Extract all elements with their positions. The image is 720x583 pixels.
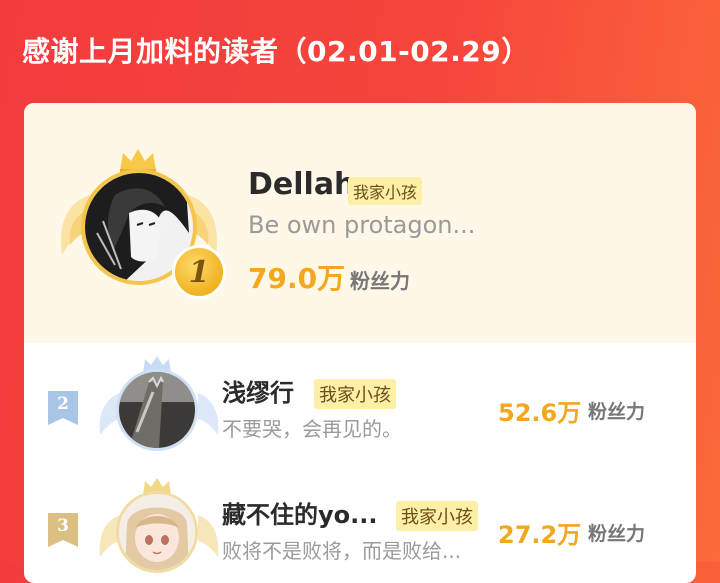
rank-1-avatar-frame: 1	[54, 147, 226, 307]
right-wing-icon	[198, 515, 219, 557]
fan-power-score: 79.0万	[248, 262, 346, 295]
page-title: 感谢上月加料的读者（02.01-02.29）	[22, 35, 530, 68]
fan-power-label: 粉丝力	[588, 401, 646, 423]
fan-tag-badge: 我家小孩	[396, 501, 478, 531]
reader-signature: Be own protagon...	[248, 211, 476, 239]
rank-1-badge: 1	[172, 245, 226, 299]
rank-number: 3	[57, 516, 69, 536]
fan-power-score: 52.6万	[498, 399, 582, 427]
fan-power-label: 粉丝力	[588, 523, 646, 545]
reader-ranking-card: 1 Dellah 我家小孩 Be own protagon... 79.0万 粉…	[24, 103, 696, 583]
reader-name[interactable]: Dellah	[248, 167, 355, 202]
reader-signature: 不要哭，会再见的。	[222, 417, 402, 441]
rank-number: 1	[188, 254, 210, 290]
fan-power-score: 27.2万	[498, 521, 582, 549]
fan-power-label: 粉丝力	[350, 269, 410, 293]
avatar-photo-icon	[119, 372, 195, 448]
reader-name[interactable]: 浅缪行	[222, 373, 294, 408]
avatar[interactable]	[116, 491, 198, 573]
rank-3-entry[interactable]: 3 藏不住的yo... 我家小孩 败将不是败将，而是败给... 27.2万 粉丝…	[24, 473, 696, 583]
reader-name[interactable]: 藏不住的yo...	[222, 495, 377, 530]
reader-signature: 败将不是败将，而是败给...	[222, 539, 462, 563]
fan-tag-badge: 我家小孩	[314, 379, 396, 409]
fan-tag-badge: 我家小孩	[348, 177, 423, 205]
avatar[interactable]	[116, 369, 198, 451]
rank-2-entry[interactable]: 2 浅缪行 我家小孩 不要哭，会再见的。 52.6万 粉丝力	[24, 351, 696, 461]
rank-1-entry[interactable]: 1 Dellah 我家小孩 Be own protagon... 79.0万 粉…	[24, 103, 696, 343]
rank-number: 2	[57, 394, 69, 414]
avatar-anime-icon	[119, 494, 195, 570]
right-wing-icon	[198, 393, 219, 435]
